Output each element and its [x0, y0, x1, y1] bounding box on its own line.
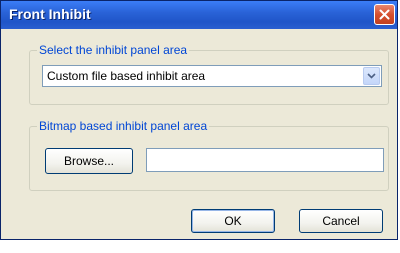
bitmap-path-field[interactable]	[146, 148, 384, 172]
bitmap-group: Bitmap based inhibit panel area Browse..…	[29, 119, 389, 191]
bitmap-group-label: Bitmap based inhibit panel area	[37, 119, 210, 133]
inhibit-area-select[interactable]: Custom file based inhibit area	[42, 65, 382, 87]
close-button[interactable]	[374, 4, 395, 25]
panel-area-group-label: Select the inhibit panel area	[37, 43, 190, 57]
window-title: Front Inhibit	[9, 6, 91, 22]
title-bar[interactable]: Front Inhibit	[1, 1, 397, 29]
close-icon	[379, 9, 390, 20]
front-inhibit-dialog: Front Inhibit Select the inhibit panel a…	[0, 0, 398, 240]
inhibit-area-selected-value: Custom file based inhibit area	[47, 69, 206, 83]
browse-button[interactable]: Browse...	[45, 148, 133, 174]
panel-area-group: Select the inhibit panel area Custom fil…	[29, 43, 389, 105]
chevron-down-icon	[367, 73, 376, 79]
ok-button[interactable]: OK	[191, 209, 275, 233]
dropdown-button[interactable]	[363, 67, 380, 85]
cancel-button[interactable]: Cancel	[299, 209, 383, 233]
